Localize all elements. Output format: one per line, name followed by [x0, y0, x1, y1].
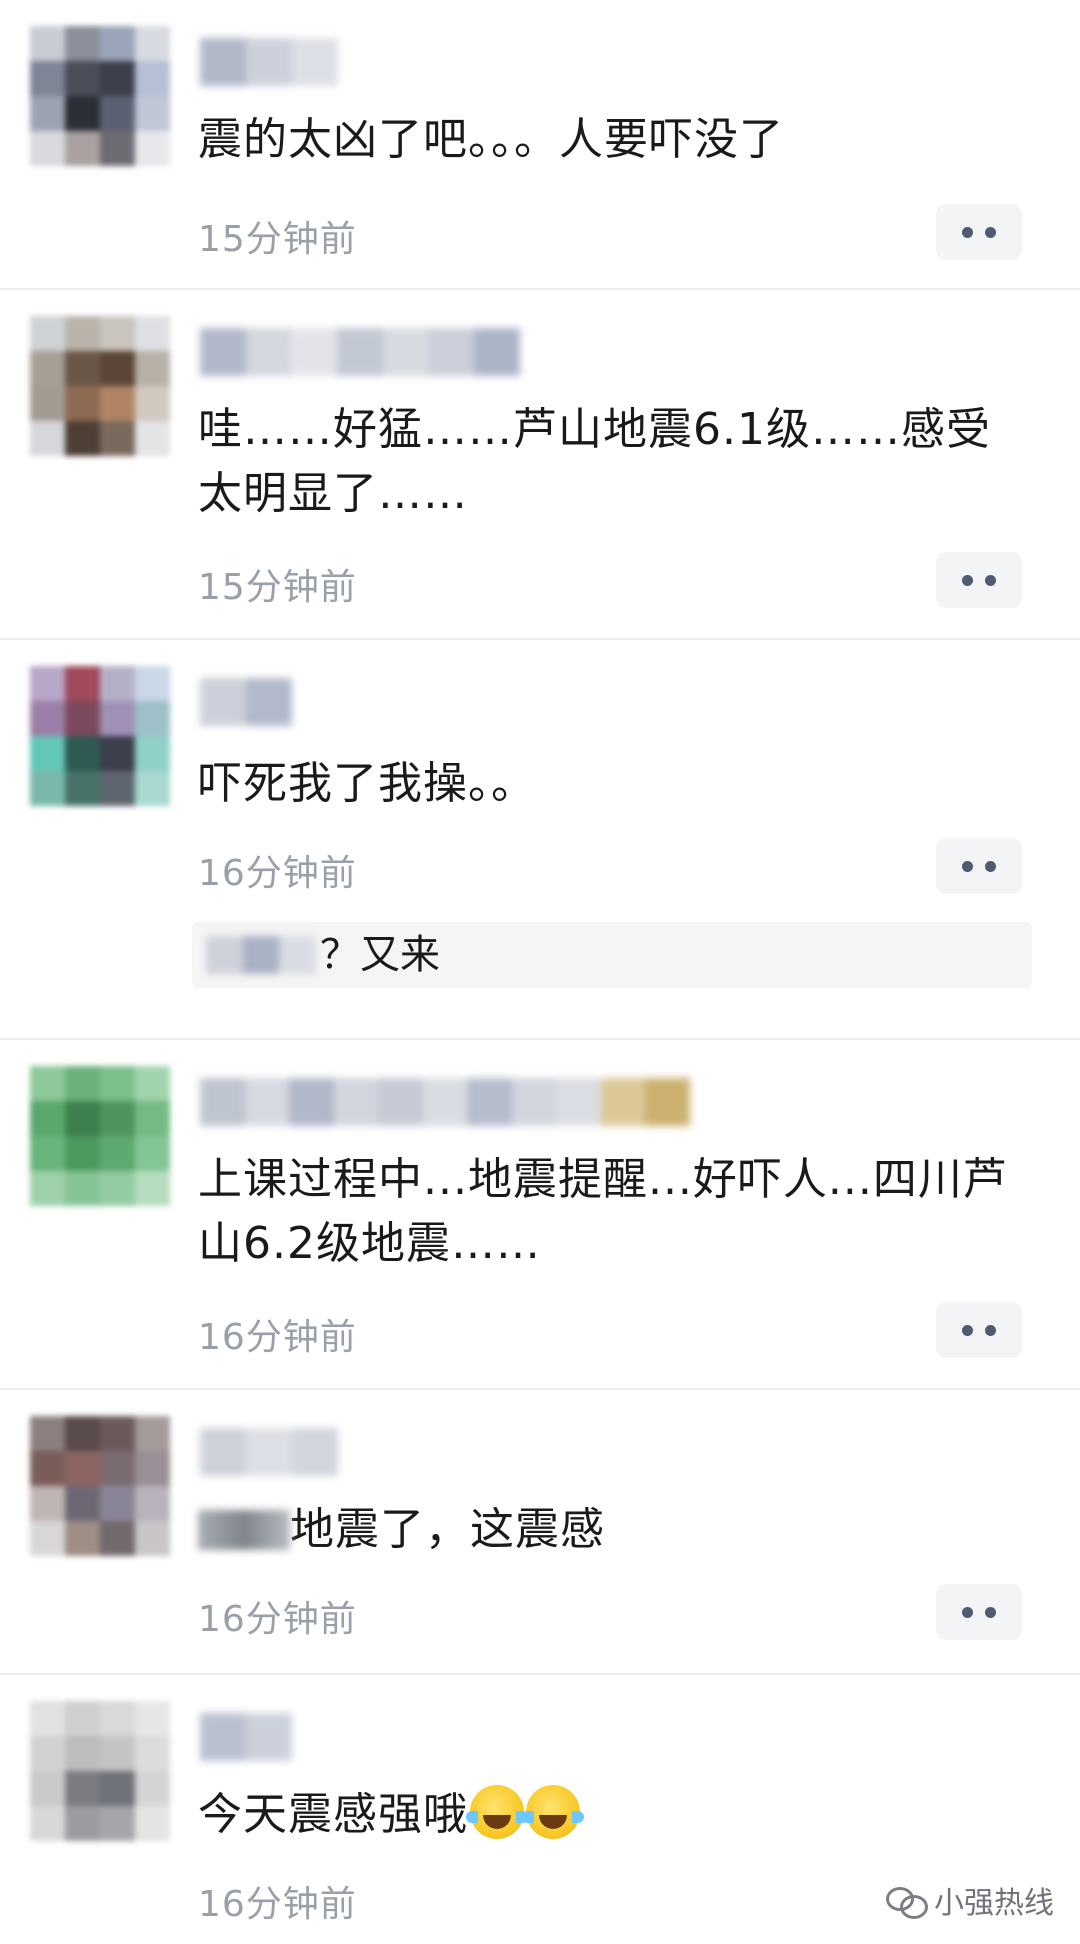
comment-text: 上课过程中...地震提醒...好吓人...四川芦山6.2级地震……	[198, 1154, 1008, 1269]
reply-box[interactable]: ？又来	[192, 922, 1032, 988]
comment-item: 震的太凶了吧。。。人要吓没了 15分钟前	[0, 0, 1080, 290]
comment-time: 15分钟前	[198, 567, 357, 608]
watermark: 小强热线	[886, 1878, 1054, 1922]
username-blurred[interactable]	[200, 1078, 691, 1126]
comment-text: 吓死我了我操。。	[198, 758, 536, 809]
comment-time: 15分钟前	[198, 219, 357, 260]
reply-text: ？又来	[320, 932, 440, 978]
avatar[interactable]	[30, 1066, 170, 1206]
more-dots-icon	[985, 1324, 996, 1336]
avatar[interactable]	[30, 1416, 170, 1556]
more-button[interactable]	[936, 1302, 1022, 1358]
avatar[interactable]	[30, 316, 170, 456]
more-dots-icon	[985, 574, 996, 586]
watermark-text: 小强热线	[934, 1886, 1054, 1921]
laugh-cry-emoji-icon	[522, 1785, 584, 1839]
comment-text: 哇……好猛……芦山地震6.1级……感受太明显了……	[198, 404, 991, 519]
more-button[interactable]	[936, 1584, 1022, 1640]
comment-item: 上课过程中...地震提醒...好吓人...四川芦山6.2级地震…… 16分钟前	[0, 1040, 1080, 1390]
comment-text-content: 今天震感强哦	[198, 1789, 468, 1840]
reply-username-blurred	[206, 936, 317, 974]
comment-text: 今天震感强哦	[198, 1783, 1028, 1847]
more-dots-icon	[985, 1606, 996, 1618]
username-blurred[interactable]	[200, 1428, 340, 1476]
comment-item: 地震了，这震感 16分钟前	[0, 1390, 1080, 1675]
more-dots-icon	[962, 860, 973, 872]
avatar[interactable]	[30, 666, 170, 806]
more-dots-icon	[962, 1324, 973, 1336]
comment-time: 16分钟前	[198, 1317, 357, 1358]
comment-text: 地震了，这震感	[198, 1498, 1028, 1562]
comment-item: 哇……好猛……芦山地震6.1级……感受太明显了…… 15分钟前	[0, 290, 1080, 640]
username-blurred[interactable]	[200, 1713, 292, 1761]
comment-time: 16分钟前	[198, 1599, 357, 1640]
laugh-cry-emoji-icon	[466, 1785, 528, 1839]
more-button[interactable]	[936, 552, 1022, 608]
more-dots-icon	[962, 574, 973, 586]
more-dots-icon	[962, 226, 973, 238]
username-blurred[interactable]	[200, 38, 340, 86]
comment-text-content: 地震了，这震感	[290, 1504, 605, 1555]
comment-feed: 震的太凶了吧。。。人要吓没了 15分钟前 哇……好猛……芦山地震6.1级……感受…	[0, 0, 1080, 1944]
avatar[interactable]	[30, 26, 170, 166]
more-button[interactable]	[936, 204, 1022, 260]
more-button[interactable]	[936, 838, 1022, 894]
mention-blurred	[198, 1510, 290, 1550]
more-dots-icon	[985, 860, 996, 872]
avatar[interactable]	[30, 1701, 170, 1841]
wechat-icon	[886, 1885, 928, 1919]
comment-time: 16分钟前	[198, 853, 357, 894]
comment-item: 吓死我了我操。。 16分钟前 ？又来	[0, 640, 1080, 1040]
username-blurred[interactable]	[200, 328, 521, 376]
comment-text: 震的太凶了吧。。。人要吓没了	[198, 114, 784, 165]
more-dots-icon	[962, 1606, 973, 1618]
more-dots-icon	[985, 226, 996, 238]
username-blurred[interactable]	[200, 678, 292, 726]
comment-time: 16分钟前	[198, 1884, 357, 1925]
